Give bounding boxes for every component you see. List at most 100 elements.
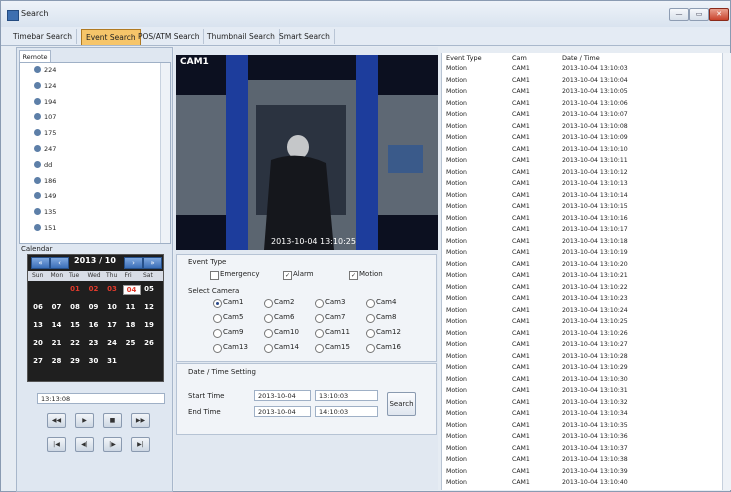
maximize-button[interactable]: ▭ — [689, 8, 709, 21]
calendar-day[interactable]: 02 — [86, 285, 102, 293]
tab-event-search[interactable]: Event Search — [81, 29, 141, 45]
calendar-day[interactable]: 30 — [86, 357, 102, 365]
tree-item[interactable]: 247 — [34, 144, 56, 155]
camera-radio[interactable] — [213, 344, 222, 353]
calendar-day[interactable]: 06 — [30, 303, 46, 311]
end-time-field[interactable]: 14:10:03 — [315, 406, 378, 417]
start-time-field[interactable]: 13:10:03 — [315, 390, 378, 401]
fast-forward-button[interactable]: ▶▶ — [131, 413, 150, 428]
step-forward-button[interactable]: |▶ — [103, 437, 122, 452]
table-row[interactable]: Motion CAM1 2013-10-04 13:10:34 — [442, 409, 722, 419]
table-row[interactable]: Motion CAM1 2013-10-04 13:10:12 — [442, 168, 722, 178]
tab-timebar-search[interactable]: Timebar Search — [9, 29, 77, 44]
camera-radio[interactable] — [315, 299, 324, 308]
table-row[interactable]: Motion CAM1 2013-10-04 13:10:20 — [442, 260, 722, 270]
calendar-day[interactable]: 04 — [122, 285, 141, 295]
close-button[interactable]: ✕ — [709, 8, 729, 21]
calendar-day[interactable]: 08 — [67, 303, 83, 311]
camera-radio[interactable] — [213, 314, 222, 323]
calendar-day[interactable]: 09 — [86, 303, 102, 311]
last-frame-button[interactable]: ▶| — [131, 437, 150, 452]
calendar-day[interactable]: 03 — [104, 285, 120, 293]
stop-button[interactable]: ■ — [103, 413, 122, 428]
tree-item[interactable]: 151 — [34, 223, 56, 234]
tree-item[interactable]: 124 — [34, 81, 56, 92]
table-row[interactable]: Motion CAM1 2013-10-04 13:10:03 — [442, 64, 722, 74]
tree-item[interactable]: 186 — [34, 176, 56, 187]
calendar-day[interactable]: 15 — [67, 321, 83, 329]
calendar-day[interactable]: 10 — [104, 303, 120, 311]
calendar-day[interactable]: 05 — [141, 285, 157, 293]
table-row[interactable]: Motion CAM1 2013-10-04 13:10:13 — [442, 179, 722, 189]
table-row[interactable]: Motion CAM1 2013-10-04 13:10:31 — [442, 386, 722, 396]
camera-radio[interactable] — [264, 299, 273, 308]
camera-radio[interactable] — [366, 344, 375, 353]
end-date-field[interactable]: 2013-10-04 — [254, 406, 311, 417]
rewind-button[interactable]: ◀◀ — [47, 413, 66, 428]
table-row[interactable]: Motion CAM1 2013-10-04 13:10:06 — [442, 99, 722, 109]
tree-item[interactable]: 224 — [34, 65, 56, 76]
emergency-checkbox[interactable] — [210, 271, 219, 280]
table-row[interactable]: Motion CAM1 2013-10-04 13:10:11 — [442, 156, 722, 166]
motion-checkbox[interactable]: ✓ — [349, 271, 358, 280]
camera-radio[interactable] — [315, 329, 324, 338]
table-row[interactable]: Motion CAM1 2013-10-04 13:10:30 — [442, 375, 722, 385]
first-frame-button[interactable]: |◀ — [47, 437, 66, 452]
camera-radio[interactable] — [315, 314, 324, 323]
table-row[interactable]: Motion CAM1 2013-10-04 13:10:37 — [442, 444, 722, 454]
tree-item[interactable]: 107 — [34, 112, 56, 123]
table-row[interactable]: Motion CAM1 2013-10-04 13:10:18 — [442, 237, 722, 247]
tree-scrollbar[interactable] — [160, 63, 170, 243]
tree-item[interactable]: 194 — [34, 97, 56, 108]
prev-month-button[interactable]: ‹ — [50, 257, 69, 269]
calendar-day[interactable]: 21 — [49, 339, 65, 347]
table-row[interactable]: Motion CAM1 2013-10-04 13:10:10 — [442, 145, 722, 155]
table-row[interactable]: Motion CAM1 2013-10-04 13:10:23 — [442, 294, 722, 304]
table-row[interactable]: Motion CAM1 2013-10-04 13:10:04 — [442, 76, 722, 86]
table-row[interactable]: Motion CAM1 2013-10-04 13:10:38 — [442, 455, 722, 465]
calendar-day[interactable]: 28 — [49, 357, 65, 365]
calendar-day[interactable]: 24 — [104, 339, 120, 347]
camera-radio[interactable] — [366, 314, 375, 323]
calendar-day[interactable]: 12 — [141, 303, 157, 311]
step-back-button[interactable]: ◀| — [75, 437, 94, 452]
calendar-day[interactable]: 22 — [67, 339, 83, 347]
play-button[interactable]: ▶ — [75, 413, 94, 428]
table-row[interactable]: Motion CAM1 2013-10-04 13:10:40 — [442, 478, 722, 488]
tree-item[interactable]: dd — [34, 160, 52, 171]
next-month-button[interactable]: › — [124, 257, 143, 269]
results-scrollbar[interactable] — [722, 53, 731, 490]
table-row[interactable]: Motion CAM1 2013-10-04 13:10:09 — [442, 133, 722, 143]
table-row[interactable]: Motion CAM1 2013-10-04 13:10:08 — [442, 122, 722, 132]
table-row[interactable]: Motion CAM1 2013-10-04 13:10:32 — [442, 398, 722, 408]
table-row[interactable]: Motion CAM1 2013-10-04 13:10:15 — [442, 202, 722, 212]
table-row[interactable]: Motion CAM1 2013-10-04 13:10:36 — [442, 432, 722, 442]
calendar-day[interactable]: 07 — [49, 303, 65, 311]
table-row[interactable]: Motion CAM1 2013-10-04 13:10:07 — [442, 110, 722, 120]
calendar-day[interactable]: 27 — [30, 357, 46, 365]
calendar-day[interactable]: 18 — [123, 321, 139, 329]
calendar-day[interactable]: 17 — [104, 321, 120, 329]
tree-item[interactable]: 149 — [34, 191, 56, 202]
calendar-day[interactable]: 25 — [123, 339, 139, 347]
camera-radio[interactable] — [264, 314, 273, 323]
table-row[interactable]: Motion CAM1 2013-10-04 13:10:16 — [442, 214, 722, 224]
camera-radio[interactable] — [213, 299, 222, 308]
prev-year-button[interactable]: « — [31, 257, 50, 269]
camera-radio[interactable] — [315, 344, 324, 353]
table-row[interactable]: Motion CAM1 2013-10-04 13:10:21 — [442, 271, 722, 281]
calendar-day[interactable]: 20 — [30, 339, 46, 347]
calendar-day[interactable]: 31 — [104, 357, 120, 365]
table-row[interactable]: Motion CAM1 2013-10-04 13:10:26 — [442, 329, 722, 339]
calendar-day[interactable]: 23 — [86, 339, 102, 347]
tab-smart-search[interactable]: Smart Search — [275, 29, 335, 44]
calendar-day[interactable]: 14 — [49, 321, 65, 329]
table-row[interactable]: Motion CAM1 2013-10-04 13:10:05 — [442, 87, 722, 97]
minimize-button[interactable]: — — [669, 8, 689, 21]
calendar-day[interactable]: 11 — [123, 303, 139, 311]
camera-radio[interactable] — [366, 299, 375, 308]
table-row[interactable]: Motion CAM1 2013-10-04 13:10:17 — [442, 225, 722, 235]
table-row[interactable]: Motion CAM1 2013-10-04 13:10:28 — [442, 352, 722, 362]
camera-radio[interactable] — [264, 329, 273, 338]
time-field[interactable]: 13:13:08 — [37, 393, 165, 404]
